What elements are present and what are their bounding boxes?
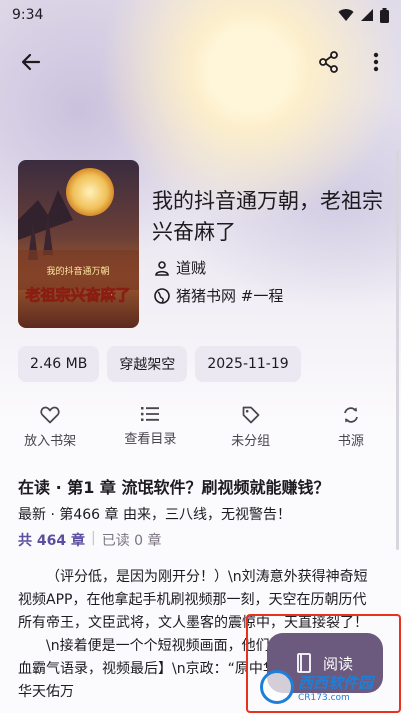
latest-chapter[interactable]: 最新 · 第466 章 由来，三八线，无视警告！ — [18, 504, 291, 524]
share-icon — [319, 51, 338, 73]
cover-subtitle: 我的抖音通万朝 — [46, 265, 109, 277]
battery-icon — [380, 7, 389, 23]
read-fab-label: 阅读 — [322, 654, 353, 673]
tag-icon — [242, 406, 259, 424]
top-app-bar — [0, 42, 401, 82]
add-to-shelf-button[interactable]: 放入书架 — [0, 406, 100, 458]
read-fab-button[interactable]: 阅读 — [267, 633, 383, 693]
status-time: 9:34 — [12, 7, 44, 23]
book-source-label: 书源 — [337, 434, 364, 449]
cover-title: 老祖宗兴奋麻了 — [24, 286, 130, 304]
view-toc-button[interactable]: 查看目录 — [100, 406, 200, 458]
date-chip: 2025-11-19 — [195, 346, 301, 382]
back-button[interactable] — [13, 44, 49, 80]
status-bar: 9:34 — [0, 0, 401, 30]
book-open-icon — [297, 653, 311, 673]
category-chip[interactable]: 穿越架空 — [107, 346, 188, 382]
group-button[interactable]: 未分组 — [201, 406, 301, 458]
book-title: 我的抖音通万朝，老祖宗兴奋麻了 — [152, 189, 383, 244]
counts-separator: | — [90, 530, 96, 546]
more-options-button[interactable] — [358, 44, 394, 80]
person-icon — [155, 260, 169, 276]
current-chapter-link[interactable]: 在读 · 第1 章 流氓软件？刷视频就能赚钱？ — [18, 474, 393, 498]
scrollbar[interactable] — [396, 150, 399, 550]
book-info-chips: 2.46 MB 穿越架空 2025-11-19 — [18, 346, 301, 382]
intro-paragraph: （评分低，是因为刚开分！）\n刘涛意外获得神奇短视频APP，在他拿起手机刷视频那… — [18, 569, 368, 631]
share-button[interactable] — [311, 44, 347, 80]
file-size-chip: 2.46 MB — [18, 346, 100, 382]
book-cover[interactable]: 我的抖音通万朝 老祖宗兴奋麻了 — [18, 160, 139, 328]
arrow-back-icon — [21, 53, 41, 71]
book-cover-art: 我的抖音通万朝 老祖宗兴奋麻了 — [18, 168, 139, 304]
source-row: 猪猪书网 #一程 — [154, 285, 283, 306]
swap-icon — [343, 407, 358, 423]
chapter-counts: 共 464 章 | 已读 0 章 — [18, 530, 162, 550]
read-chapters: 已读 0 章 — [101, 533, 162, 549]
total-chapters[interactable]: 共 464 章 — [18, 530, 85, 550]
heart-outline-icon — [40, 406, 60, 424]
wifi-icon — [338, 9, 354, 21]
signal-icon — [361, 9, 373, 21]
author-name: 道贼 — [176, 259, 207, 277]
add-to-shelf-label: 放入书架 — [24, 434, 77, 449]
view-toc-label: 查看目录 — [124, 432, 177, 447]
group-label: 未分组 — [231, 434, 271, 449]
more-vertical-icon — [373, 52, 379, 72]
book-source-button[interactable]: 书源 — [301, 406, 401, 458]
source-name: 猪猪书网 #一程 — [176, 287, 284, 305]
author-row: 道贼 — [154, 257, 206, 278]
globe-icon — [154, 287, 170, 304]
list-icon — [141, 407, 160, 421]
action-row: 放入书架 查看目录 未分组 书源 — [0, 406, 401, 458]
